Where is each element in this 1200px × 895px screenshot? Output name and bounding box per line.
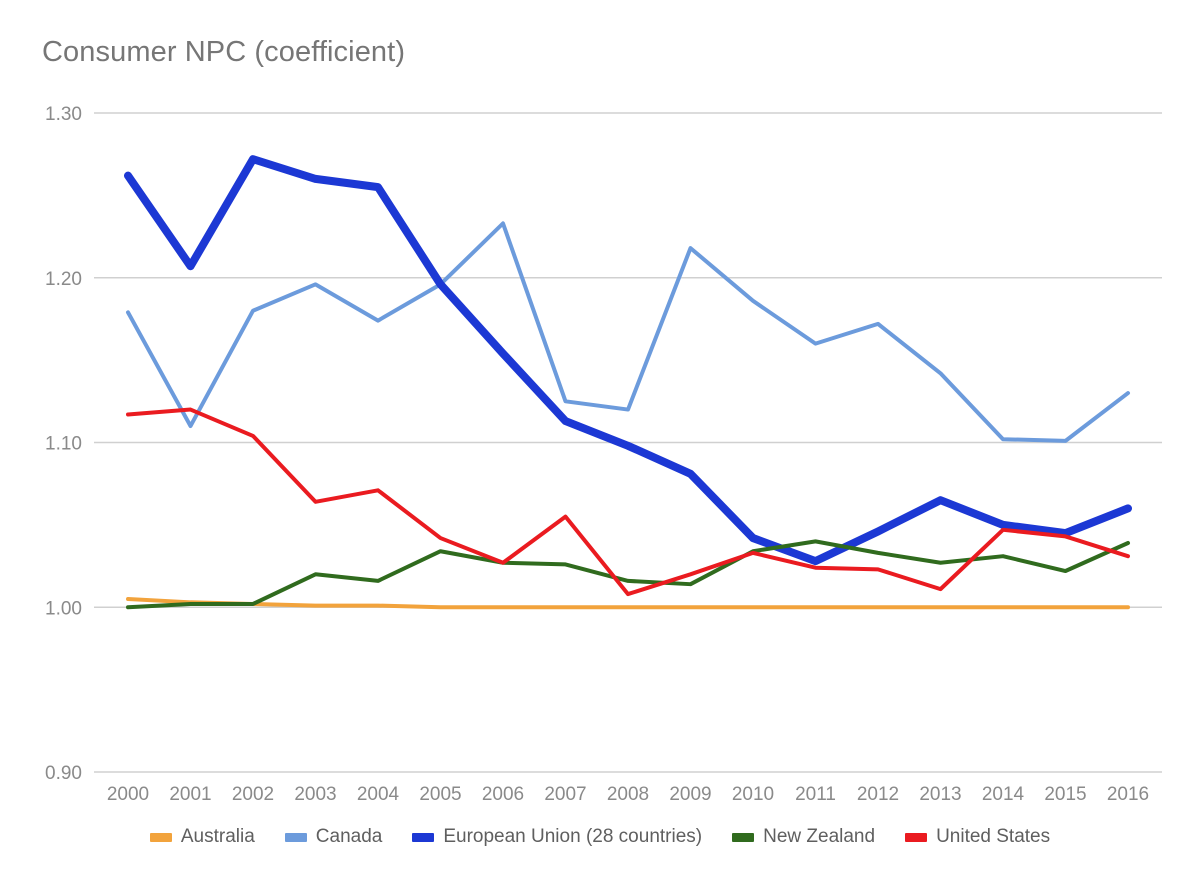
series-line — [126, 407, 1130, 597]
legend-item[interactable]: Australia — [149, 826, 255, 848]
series-line — [126, 597, 1130, 610]
legend-item-label: Canada — [315, 826, 383, 847]
y-axis-tick-labels: 0.90 1.00 1.10 1.20 1.30 — [45, 104, 82, 784]
y-axis-tick-label: 0.90 — [45, 763, 82, 784]
x-axis-tick-label: 2003 — [294, 784, 336, 805]
series-line — [124, 155, 1132, 566]
legend-item[interactable]: New Zealand — [732, 826, 875, 848]
x-axis-tick-label: 2014 — [982, 784, 1025, 805]
x-axis-tick-label: 2009 — [669, 784, 711, 805]
x-axis-tick-label: 2011 — [795, 784, 836, 805]
chart-container: Consumer NPC (coefficient) 0.90 1.00 1.10 1… — [0, 0, 1200, 895]
legend-item-label: European Union (28 countries) — [443, 826, 703, 847]
legend-swatch-icon — [149, 832, 172, 842]
x-axis-tick-label: 2006 — [482, 784, 524, 805]
plot-area: 0.901.001.101.201.30 2000 2001 2002 2003 200… — [45, 104, 1162, 805]
legend-swatch-icon — [732, 832, 755, 842]
x-axis-tick-labels: 2000 2001 2002 2003 2004 2005 2006 2007 2008 2009… — [107, 784, 1149, 805]
legend-swatch-icon — [905, 832, 928, 842]
legend-item-label: United States — [936, 826, 1051, 847]
x-axis-tick-label: 2010 — [732, 784, 774, 805]
legend-item[interactable]: United States — [905, 826, 1050, 848]
y-axis-tick-label: 1.30 — [45, 104, 82, 125]
x-axis-tick-label: 2002 — [232, 784, 274, 805]
y-axis-tick-label: 1.00 — [45, 598, 82, 619]
x-axis-tick-label: 2007 — [544, 784, 586, 805]
x-axis-tick-label: 2016 — [1107, 784, 1149, 805]
legend-swatch-icon — [412, 832, 435, 842]
x-axis-tick-label: 2013 — [919, 784, 961, 805]
legend-item[interactable]: Canada — [284, 826, 383, 848]
legend-item-label: New Zealand — [763, 826, 876, 847]
series-line — [126, 221, 1130, 443]
chart-legend: Australia Canada European Union (28 countr… — [0, 826, 1200, 848]
x-axis-tick-label: 2012 — [857, 784, 899, 805]
x-axis-tick-label: 2004 — [357, 784, 400, 805]
x-axis-tick-label: 2001 — [169, 784, 211, 805]
y-axis-tick-label: 1.10 — [45, 434, 82, 455]
x-axis-tick-label: 2000 — [107, 784, 149, 805]
x-axis-tick-label: 2005 — [419, 784, 461, 805]
series-lines — [124, 155, 1132, 610]
y-axis-tick-label: 1.20 — [45, 269, 82, 290]
x-axis-tick-label: 2008 — [607, 784, 649, 805]
legend-swatch-icon — [284, 832, 307, 842]
legend-item[interactable]: European Union (28 countries) — [412, 826, 702, 848]
legend-item-label: Australia — [180, 826, 255, 847]
x-axis-tick-label: 2015 — [1044, 784, 1086, 805]
